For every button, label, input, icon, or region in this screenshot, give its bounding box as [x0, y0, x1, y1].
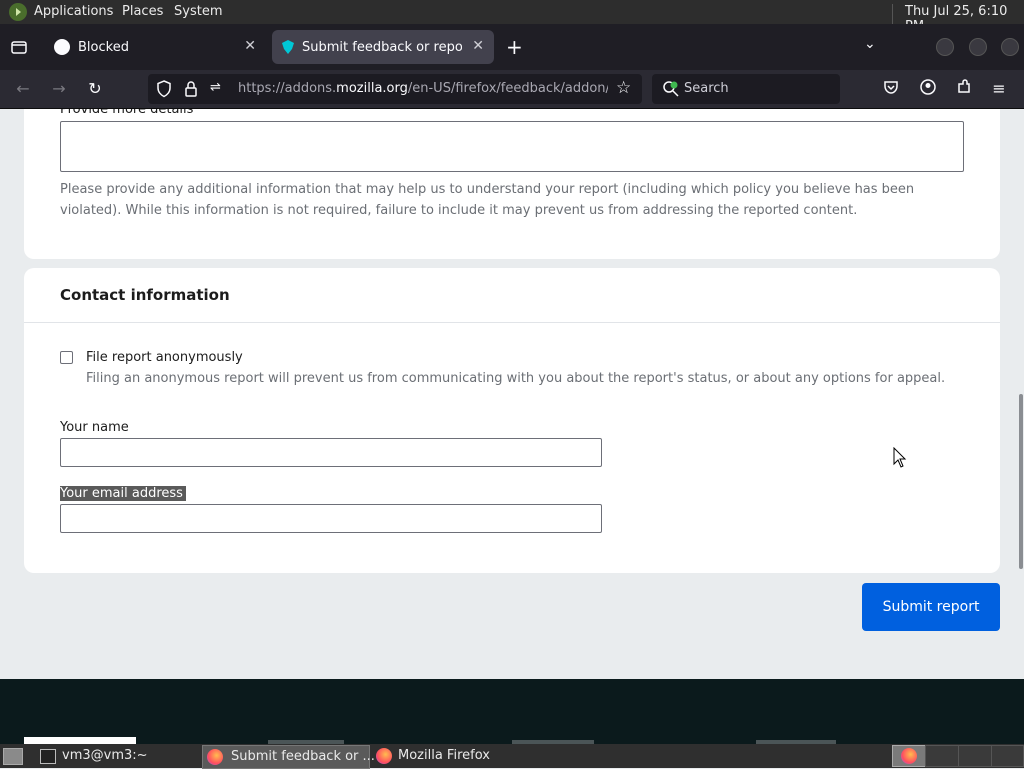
mouse-cursor-icon — [893, 446, 907, 473]
url-suffix: /en-US/firefox/feedback/addon/u — [407, 81, 608, 96]
tab-blocked[interactable]: Blocked ✕ — [44, 30, 266, 64]
places-menu[interactable]: Places — [122, 4, 163, 19]
details-label: Provide more details — [60, 109, 194, 117]
forward-arrow-icon[interactable]: → — [48, 78, 70, 100]
nav-bar: ← → ↻ ⇌ https://addons.mozilla.org/en-US… — [0, 70, 1024, 109]
contact-heading: Contact information — [60, 286, 230, 304]
workspace-3[interactable] — [958, 745, 992, 767]
anonymous-label[interactable]: File report anonymously — [86, 350, 243, 365]
permissions-icon[interactable]: ⇌ — [210, 80, 221, 95]
top-panel: Applications Places System Thu Jul 25, 6… — [0, 0, 1024, 34]
back-arrow-icon[interactable]: ← — [12, 78, 34, 100]
chevron-down-icon[interactable]: ⌄ — [864, 36, 876, 52]
workspace-switcher[interactable] — [892, 745, 1024, 767]
shield-icon[interactable] — [156, 80, 172, 102]
reload-icon[interactable]: ↻ — [84, 78, 106, 100]
tab-overview-icon[interactable] — [10, 38, 28, 56]
addons-icon — [280, 39, 296, 55]
workspace-1[interactable] — [892, 745, 926, 767]
divider — [24, 322, 1000, 323]
terminal-icon — [40, 749, 56, 764]
details-textarea[interactable] — [60, 121, 964, 172]
url-domain: mozilla.org — [336, 81, 408, 96]
firefox-icon — [901, 748, 917, 764]
name-input[interactable] — [60, 438, 602, 467]
maximize-window-icon[interactable] — [969, 38, 987, 56]
search-bar[interactable]: Search — [652, 74, 840, 104]
minimize-window-icon[interactable] — [936, 38, 954, 56]
account-icon[interactable] — [917, 78, 939, 100]
extensions-icon[interactable] — [953, 78, 975, 100]
search-placeholder: Search — [684, 81, 729, 96]
close-icon[interactable]: ✕ — [472, 38, 484, 54]
pocket-icon[interactable] — [880, 78, 902, 100]
applications-menu[interactable]: Applications — [34, 4, 113, 19]
submit-report-button[interactable]: Submit report — [862, 583, 1000, 631]
anonymous-help-text: Filing an anonymous report will prevent … — [86, 371, 946, 386]
show-desktop-icon[interactable] — [3, 748, 23, 765]
menu-hamburger-icon[interactable]: ≡ — [988, 78, 1010, 100]
tab-submit-feedback[interactable]: Submit feedback or report a ✕ — [272, 30, 494, 64]
taskbar-item-terminal[interactable]: vm3@vm3:~ — [34, 745, 194, 767]
tab-strip: Blocked ✕ Submit feedback or report a ✕ … — [0, 24, 1024, 70]
name-label: Your name — [60, 420, 129, 435]
lock-icon[interactable] — [184, 80, 198, 102]
system-menu[interactable]: System — [174, 4, 222, 19]
details-card: Provide more details Please provide any … — [24, 109, 1000, 259]
close-icon[interactable]: ✕ — [244, 38, 256, 54]
page-content: Provide more details Please provide any … — [0, 109, 1024, 679]
firefox-icon — [376, 748, 392, 764]
taskbar-item-submit-feedback[interactable]: Submit feedback or ... — [202, 745, 375, 769]
workspace-4[interactable] — [991, 745, 1024, 767]
details-help-text: Please provide any additional informatio… — [60, 182, 915, 218]
distro-logo-icon[interactable] — [9, 3, 27, 21]
bookmark-star-icon[interactable]: ☆ — [616, 78, 631, 98]
tab-label: Blocked — [78, 40, 129, 55]
contact-card: Contact information File report anonymou… — [24, 268, 1000, 573]
taskbar-label: vm3@vm3:~ — [62, 748, 148, 763]
footer-logo-fragment — [24, 737, 136, 744]
firefox-icon — [207, 749, 223, 765]
new-tab-icon[interactable]: + — [506, 35, 523, 59]
anonymous-checkbox[interactable] — [60, 351, 73, 364]
email-input[interactable] — [60, 504, 602, 533]
taskbar-label: Mozilla Firefox — [398, 748, 490, 763]
url-bar[interactable]: ⇌ https://addons.mozilla.org/en-US/firef… — [148, 74, 642, 104]
close-window-icon[interactable] — [1001, 38, 1019, 56]
workspace-2[interactable] — [925, 745, 959, 767]
search-engine-icon[interactable] — [662, 80, 680, 102]
page-footer — [0, 679, 1024, 744]
tab-label: Submit feedback or report a — [302, 40, 462, 55]
url-text[interactable]: https://addons.mozilla.org/en-US/firefox… — [238, 81, 608, 96]
taskbar-label: Submit feedback or ... — [231, 749, 375, 764]
github-icon — [54, 39, 70, 55]
url-prefix: https://addons. — [238, 81, 337, 96]
taskbar-item-firefox[interactable]: Mozilla Firefox — [372, 745, 542, 767]
page-scrollbar[interactable] — [1019, 394, 1023, 569]
email-label: Your email address — [60, 486, 186, 501]
bottom-taskbar: vm3@vm3:~ Submit feedback or ... Mozilla… — [0, 744, 1024, 769]
